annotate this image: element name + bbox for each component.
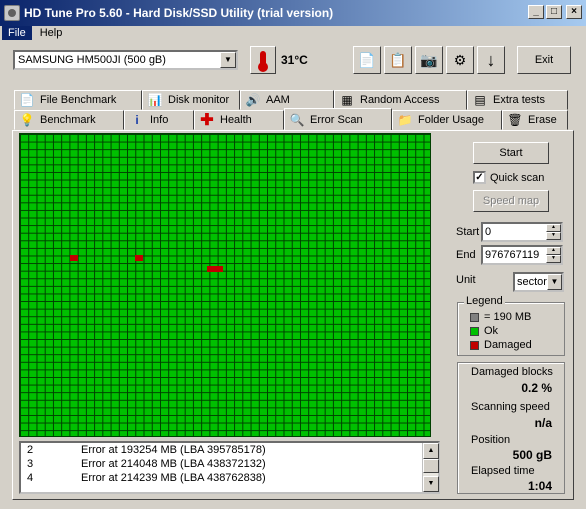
damaged-swatch — [470, 340, 479, 350]
legend-title: Legend — [464, 295, 505, 307]
lightbulb-icon: 💡 — [19, 113, 35, 127]
block-swatch — [470, 312, 479, 322]
tab-info[interactable]: i Info — [124, 110, 194, 130]
legend-box: Legend = 190 MB Ok Damaged — [457, 295, 565, 356]
speaker-icon: 🔊 — [245, 93, 261, 107]
file-benchmark-icon: 📄 — [19, 93, 35, 107]
elapsed-time-label: Elapsed time — [471, 465, 535, 477]
tab-disk-monitor[interactable]: 📊 Disk monitor — [142, 90, 240, 110]
screenshot-button[interactable]: 📷 — [415, 46, 443, 74]
scan-stats-box: Damaged blocks 0.2 % Scanning speed n/a … — [457, 362, 565, 494]
exit-button[interactable]: Exit — [517, 46, 571, 74]
damaged-block — [70, 255, 78, 261]
save-button[interactable]: ↓ — [477, 46, 505, 74]
spin-down-icon[interactable]: ▼ — [546, 255, 561, 263]
drive-select[interactable]: SAMSUNG HM500JI (500 gB) ▼ — [13, 50, 238, 70]
scroll-down-icon[interactable]: ▼ — [423, 476, 439, 492]
scroll-up-icon[interactable]: ▲ — [423, 443, 439, 459]
unit-select[interactable]: sector ▼ — [513, 272, 564, 292]
spin-up-icon[interactable]: ▲ — [546, 224, 561, 232]
disk-monitor-icon: 📊 — [147, 93, 163, 107]
copy-icon: 📄 — [358, 51, 376, 68]
damaged-block — [135, 255, 143, 261]
ok-swatch — [470, 326, 479, 336]
tab-row-bottom: 💡 Benchmark i Info ✚ Health 🔍 Error Scan… — [14, 108, 568, 131]
scanning-speed-label: Scanning speed — [471, 401, 550, 413]
end-lba-input[interactable]: 976767119 ▲ ▼ — [481, 245, 563, 265]
tab-row-top: 📄 File Benchmark 📊 Disk monitor 🔊 AAM ▦ … — [14, 90, 568, 110]
health-cross-icon: ✚ — [200, 112, 214, 129]
magnifier-icon: 🔍 — [289, 113, 305, 127]
tab-aam[interactable]: 🔊 AAM — [240, 90, 334, 110]
quick-scan-checkbox[interactable]: ✓ — [473, 171, 486, 184]
title-bar: HD Tune Pro 5.60 - Hard Disk/SSD Utility… — [0, 0, 586, 26]
tab-folder-usage[interactable]: 📁 Folder Usage — [392, 110, 502, 130]
list-item: 2 Error at 193254 MB (LBA 395785178) — [27, 444, 266, 456]
spin-up-icon[interactable]: ▲ — [546, 247, 561, 255]
list-item: 3 Error at 214048 MB (LBA 438372132) — [27, 458, 266, 470]
damaged-blocks-value: 0.2 % — [521, 381, 552, 395]
copy-all-button[interactable]: 📋 — [384, 46, 412, 74]
temperature-button[interactable] — [250, 46, 276, 74]
menu-bar: File Help — [0, 24, 586, 42]
unit-label: Unit — [456, 274, 476, 286]
chevron-down-icon[interactable]: ▼ — [220, 52, 236, 68]
arrow-down-icon: ↓ — [486, 49, 496, 70]
position-value: 500 gB — [512, 448, 552, 462]
start-scan-button[interactable]: Start — [473, 142, 549, 164]
trash-icon: 🗑 — [507, 113, 523, 127]
tab-health[interactable]: ✚ Health — [194, 110, 284, 130]
legend-damaged: Damaged — [470, 339, 532, 351]
damaged-blocks-label: Damaged blocks — [471, 366, 553, 378]
log-scrollbar[interactable]: ▲ ▼ — [422, 443, 439, 492]
tab-file-benchmark[interactable]: 📄 File Benchmark — [14, 90, 142, 110]
start-lba-label: Start — [456, 226, 480, 238]
start-lba-input[interactable]: 0 ▲ ▼ — [481, 222, 563, 242]
end-lba-label: End — [456, 249, 476, 261]
camera-icon: 📷 — [420, 51, 438, 68]
tab-error-scan[interactable]: 🔍 Error Scan — [284, 108, 392, 131]
options-button[interactable]: ⚙ — [446, 46, 474, 74]
list-item: 4 Error at 214239 MB (LBA 438762838) — [27, 472, 266, 484]
extra-tests-icon: ▤ — [474, 93, 486, 107]
quick-scan-option[interactable]: ✓ Quick scan — [473, 171, 544, 184]
thermometer-icon — [258, 51, 268, 72]
legend-block-size: = 190 MB — [470, 311, 531, 323]
damaged-block — [207, 266, 223, 272]
menu-help[interactable]: Help — [34, 26, 69, 40]
error-log-list[interactable]: 2 Error at 193254 MB (LBA 395785178) 3 E… — [19, 441, 440, 494]
scanning-speed-value: n/a — [534, 416, 552, 430]
position-label: Position — [471, 434, 511, 446]
toolbar: SAMSUNG HM500JI (500 gB) ▼ 31°C 📄 📋 📷 ⚙ … — [0, 44, 586, 78]
tab-benchmark[interactable]: 💡 Benchmark — [14, 110, 124, 130]
tab-erase[interactable]: 🗑 Erase — [502, 110, 568, 130]
temperature-readout: 31°C — [281, 53, 308, 67]
tab-random-access[interactable]: ▦ Random Access — [334, 90, 467, 110]
maximize-button[interactable]: □ — [546, 5, 562, 19]
random-access-icon: ▦ — [341, 93, 353, 107]
close-button[interactable]: × — [566, 5, 582, 19]
info-icon: i — [135, 113, 139, 127]
minimize-button[interactable]: _ — [528, 5, 544, 19]
scroll-thumb[interactable] — [423, 459, 439, 473]
copy-all-icon: 📋 — [389, 51, 407, 68]
copy-text-button[interactable]: 📄 — [353, 46, 381, 74]
chevron-down-icon[interactable]: ▼ — [546, 274, 562, 290]
hd-tune-app-icon[interactable] — [4, 5, 20, 21]
menu-file[interactable]: File — [2, 26, 32, 40]
elapsed-time-value: 1:04 — [527, 479, 552, 493]
spin-down-icon[interactable]: ▼ — [546, 232, 561, 240]
options-icon: ⚙ — [453, 51, 467, 68]
drive-select-value: SAMSUNG HM500JI (500 gB) — [18, 54, 166, 66]
window-title: HD Tune Pro 5.60 - Hard Disk/SSD Utility… — [24, 6, 334, 20]
tab-extra-tests[interactable]: ▤ Extra tests — [467, 90, 568, 110]
folder-icon: 📁 — [397, 113, 413, 127]
error-scan-block-grid — [19, 133, 431, 437]
speed-map-button[interactable]: Speed map — [473, 190, 549, 212]
legend-ok: Ok — [470, 325, 498, 337]
